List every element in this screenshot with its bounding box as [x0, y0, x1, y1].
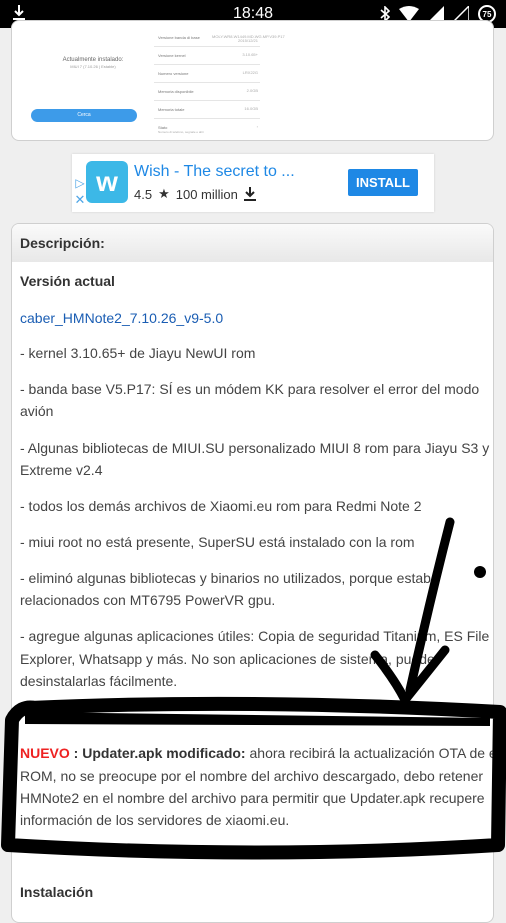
preview-row: Memoria totale 16.0GB	[154, 101, 260, 119]
ad-downloads: 100 million	[175, 186, 238, 202]
row-value: 3.10.65+	[242, 52, 258, 57]
preview-card: Actualmente instalado: MIUI 7 (7.10.26 |…	[11, 20, 494, 141]
nuevo-line: ROM, no se preocupe por el nombre del ar…	[20, 768, 484, 784]
row-key: Memoria totale	[158, 107, 185, 112]
description-line: - Algunas bibliotecas de MIUI.SU persona…	[20, 440, 494, 456]
description-line: - kernel 3.10.65+ de Jiayu NewUI rom	[20, 345, 256, 361]
description-line: avión	[20, 403, 54, 419]
nuevo-label: NUEVO	[20, 745, 70, 761]
rom-download-link[interactable]: caber_HMNote2_7.10.26_v9-5.0	[20, 307, 223, 329]
preview-row: Versione banda di base MOLY.WR8.W1449.MD…	[154, 29, 285, 47]
battery-level: 75	[482, 9, 492, 19]
description-line: Extreme v2.4	[20, 462, 103, 478]
description-card: Descripción: Versión actual caber_HMNote…	[11, 223, 494, 923]
install-button[interactable]: INSTALL	[348, 169, 418, 196]
preview-info-table: Versione banda di base MOLY.WR8.W1449.MD…	[154, 29, 285, 140]
row-value: 2.0GB	[246, 88, 258, 93]
nuevo-text: ahora recibirá la actualización OTA de e…	[245, 745, 494, 761]
star-icon: ★	[158, 186, 170, 201]
ad-rating-value: 4.5	[134, 186, 153, 202]
preview-row: Numero versione LRX22G	[154, 65, 260, 83]
row-value: LRX22G	[242, 70, 258, 75]
chevron-right-icon: ›	[256, 124, 258, 129]
nuevo-line: HMNote2 en el nombre del archivo para pe…	[20, 790, 485, 806]
row-key: Versione banda di base	[158, 35, 200, 40]
nuevo-paragraph: NUEVO : Updater.apk modificado: ahora re…	[20, 742, 494, 764]
preview-row: Memoria disponibile 2.0GB	[154, 83, 260, 101]
row-key: Memoria disponibile	[158, 89, 194, 94]
row-value: MOLY.WR8.W1449.MD.WG.MP.V39.P17 2015/12/…	[212, 34, 285, 43]
description-line: - eliminó algunas bibliotecas y binarios…	[20, 570, 439, 586]
current-version-heading: Versión actual	[20, 273, 115, 289]
description-line: desinstalarlas fácilmente.	[20, 673, 178, 689]
nuevo-title: : Updater.apk modificado:	[69, 745, 246, 761]
description-line: - banda base V5.P17: SÍ es un módem KK p…	[20, 381, 480, 397]
preview-button: Cerca	[31, 109, 137, 122]
description-line: Explorer, Whatsapp y más. No son aplicac…	[20, 651, 435, 667]
ad-rating: 4.5 ★ 100 million	[134, 186, 256, 202]
preview-row: Versione kernel 3.10.65+	[154, 47, 260, 65]
description-line: - agregue algunas aplicaciones útiles: C…	[20, 628, 490, 644]
row-key: Versione kernel	[158, 53, 186, 58]
download-icon	[243, 187, 256, 201]
description-heading: Descripción:	[20, 235, 105, 251]
wish-app-icon[interactable]: w	[86, 161, 128, 203]
row-value: 16.0GB	[244, 106, 258, 111]
description-line: relacionados con MT6795 PowerVR gpu.	[20, 592, 276, 608]
nuevo-line: información de los servidores de xiaomi.…	[20, 812, 290, 828]
row-key: Numero versione	[158, 71, 189, 76]
description-line: - todos los demás archivos de Xiaomi.eu …	[20, 498, 422, 514]
preview-installed-title: Actualmente instalado:	[62, 57, 124, 63]
row-subtext: Numero di telefono, segnale e altri	[158, 130, 204, 134]
preview-row: Stato Numero di telefono, segnale e altr…	[154, 119, 260, 140]
description-line: - miui root no está presente, SuperSU es…	[20, 534, 415, 550]
ad-title[interactable]: Wish - The secret to ...	[134, 163, 295, 181]
ad-banner[interactable]: ▷ ✕ w Wish - The secret to ... 4.5 ★ 100…	[72, 154, 434, 212]
preview-installed-version: MIUI 7 (7.10.26 | Estable)	[70, 64, 116, 69]
